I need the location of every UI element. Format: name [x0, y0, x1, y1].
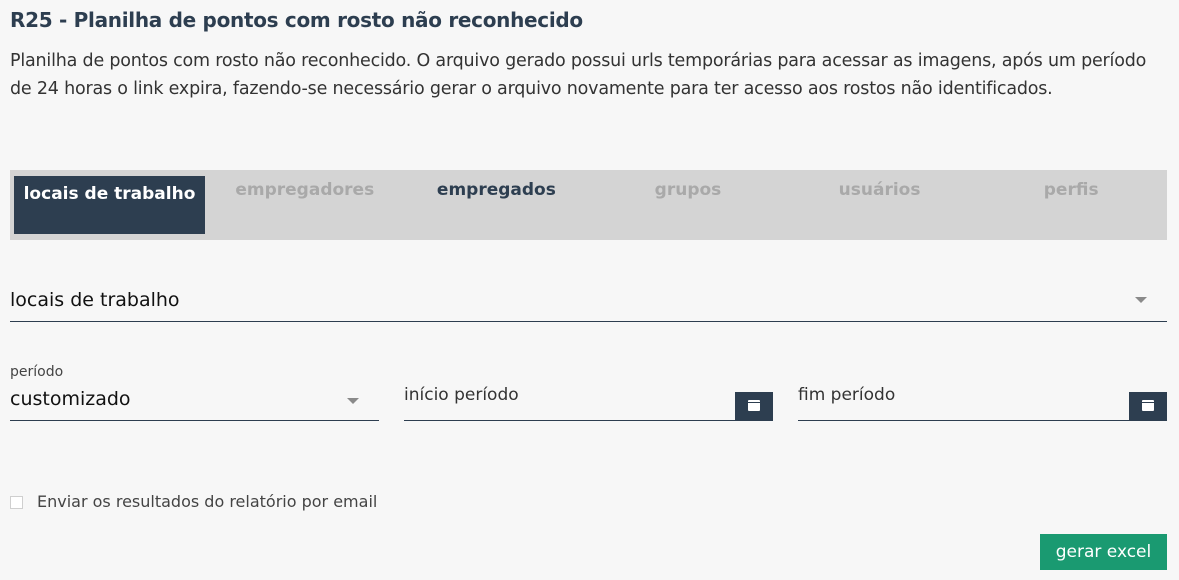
period-label: período [10, 364, 64, 380]
tab-locais-de-trabalho[interactable]: locais de trabalho [14, 176, 205, 234]
tab-perfis[interactable]: perfis [975, 170, 1167, 240]
end-date-field[interactable]: fim período [798, 382, 1167, 421]
end-date-calendar-button[interactable] [1129, 392, 1167, 420]
tab-bar: locais de trabalho empregadores empregad… [10, 170, 1167, 240]
tab-empregados[interactable]: empregados [401, 170, 593, 240]
page-title: R25 - Planilha de pontos com rosto não r… [10, 8, 583, 32]
tab-empregadores[interactable]: empregadores [209, 170, 401, 240]
period-select[interactable]: customizado [10, 382, 379, 421]
tab-grupos[interactable]: grupos [592, 170, 784, 240]
locais-select-value: locais de trabalho [10, 289, 180, 311]
email-checkbox[interactable] [10, 496, 23, 509]
caret-down-icon [347, 398, 359, 404]
tab-usuarios[interactable]: usuários [784, 170, 976, 240]
end-date-placeholder: fim período [798, 385, 896, 405]
start-date-field[interactable]: início período [404, 382, 773, 421]
caret-down-icon [1135, 297, 1147, 303]
email-checkbox-label[interactable]: Enviar os resultados do relatório por em… [37, 492, 377, 511]
calendar-icon [748, 400, 760, 411]
page-description: Planilha de pontos com rosto não reconhe… [10, 51, 1147, 99]
period-select-value: customizado [10, 388, 131, 410]
generate-excel-button[interactable]: gerar excel [1040, 534, 1167, 570]
calendar-icon [1142, 400, 1154, 411]
start-date-placeholder: início período [404, 385, 519, 405]
locais-select[interactable]: locais de trabalho [10, 282, 1167, 322]
start-date-calendar-button[interactable] [735, 392, 773, 420]
